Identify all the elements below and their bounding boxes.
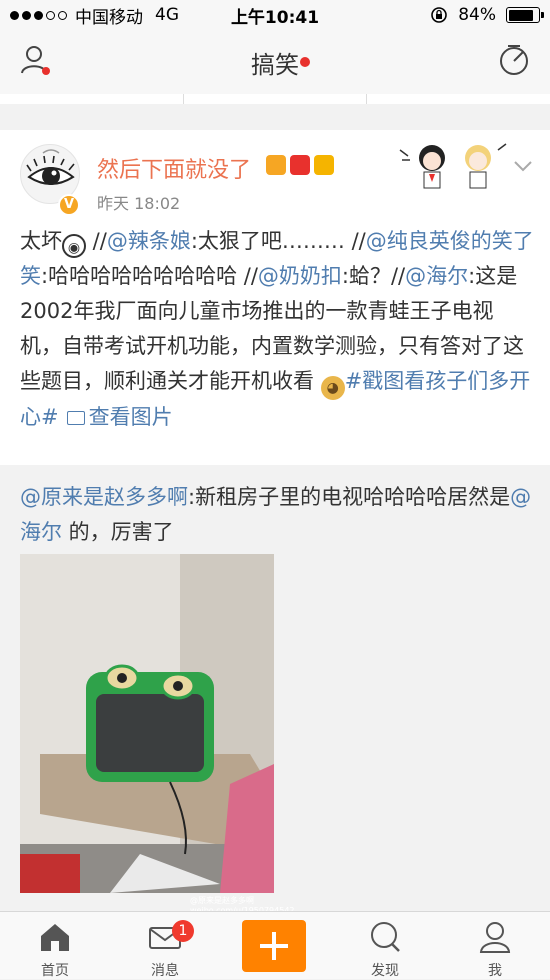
doge-emoji-icon: ◕: [320, 376, 345, 400]
page-title[interactable]: 搞笑: [0, 45, 550, 80]
battery-percent: 84%: [458, 5, 496, 25]
tab-messages[interactable]: 1 消息: [110, 912, 220, 980]
verified-badge-icon: V: [58, 194, 80, 216]
compose-button[interactable]: [242, 920, 306, 972]
post-text-segment: :新租房子里的电视哈哈哈哈居然是: [188, 485, 511, 509]
carrier-name: 中国移动: [75, 7, 143, 28]
view-image-label: 查看图片: [88, 405, 173, 429]
image-icon: [66, 411, 85, 425]
mention-link[interactable]: @奶奶扣: [258, 264, 342, 288]
chevron-down-icon[interactable]: [512, 154, 534, 176]
search-icon: [371, 922, 400, 952]
nav-bar: 搞笑: [0, 30, 550, 94]
tab-home-label: 首页: [41, 963, 69, 979]
post-text-segment: :蛤？//: [341, 264, 406, 288]
ghost-emoji-icon: ◉: [62, 234, 86, 258]
tab-messages-label: 消息: [151, 963, 179, 979]
post-username[interactable]: 然后下面就没了: [97, 152, 251, 184]
repost-photo[interactable]: [20, 554, 274, 893]
post-body: 太坏 ◉ //@辣条娘:太狠了吧……… //@纯良英俊的笑了笑:哈哈哈哈哈哈哈哈哈…: [20, 224, 535, 435]
post-text-segment: :哈哈哈哈哈哈哈哈哈 //: [41, 264, 258, 288]
mention-link[interactable]: @海尔: [405, 264, 468, 288]
tab-profile-label: 我: [488, 963, 502, 979]
repost-body: @原来是赵多多啊:新租房子里的电视哈哈哈哈居然是@海尔 的，厉害了: [20, 480, 535, 550]
tab-discover-label: 发现: [371, 963, 399, 979]
status-bar: 中国移动 4G 上午10:41 84%: [0, 0, 550, 30]
radar-icon[interactable]: [496, 42, 532, 78]
card-decoration-icon: [399, 143, 507, 189]
repost-section[interactable]: @原来是赵多多啊:新租房子里的电视哈哈哈哈居然是@海尔 的，厉害了: [0, 470, 550, 910]
message-count-badge: 1: [172, 920, 194, 942]
tab-discover[interactable]: 发现: [330, 912, 440, 980]
mention-link[interactable]: @辣条娘: [107, 229, 191, 253]
weibo-post[interactable]: V 然后下面就没了 昨天 18:02 太坏 ◉ //@辣条娘:太狠了吧……… //…: [0, 130, 550, 465]
post-text-segment: //: [86, 229, 107, 253]
tab-home[interactable]: 首页: [0, 912, 110, 980]
network-type: 4G: [155, 5, 179, 25]
post-text-segment: :太狠了吧……… //: [190, 229, 366, 253]
battery-fill: [508, 9, 533, 21]
profile-icon: [479, 922, 511, 953]
vip-badge-icon[interactable]: [266, 155, 286, 175]
tab-profile[interactable]: 我: [440, 912, 550, 980]
post-timestamp: 昨天 18:02: [97, 194, 181, 213]
previous-card-actions: [0, 94, 550, 104]
view-image-link[interactable]: 查看图片: [59, 405, 173, 429]
post-text-segment: 太坏: [20, 229, 62, 253]
mention-link[interactable]: @原来是赵多多啊: [20, 485, 188, 509]
red-envelope-icon[interactable]: [290, 155, 310, 175]
fortune-badge-icon[interactable]: [314, 155, 334, 175]
battery-icon: [506, 7, 544, 23]
title-notification-dot: [300, 57, 310, 67]
post-text-segment: 的，厉害了: [62, 520, 174, 544]
signal-strength-icon: [10, 10, 67, 20]
frog-tv-photo: [20, 554, 274, 893]
home-icon: [41, 924, 69, 951]
orientation-lock-icon: [431, 7, 448, 23]
